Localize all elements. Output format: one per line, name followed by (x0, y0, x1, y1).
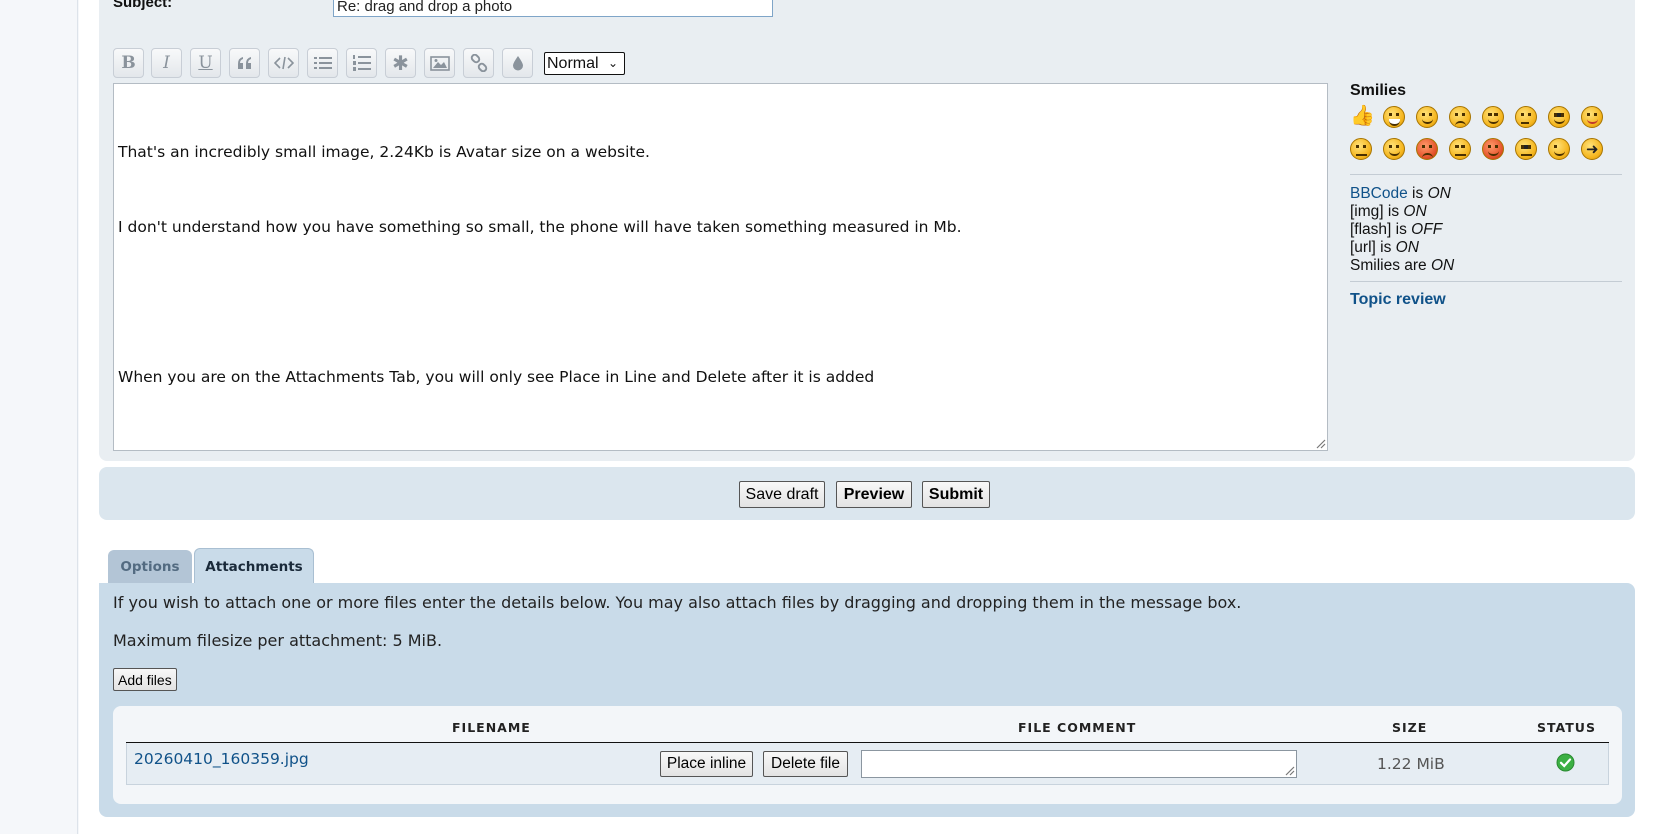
preview-button[interactable]: Preview (836, 481, 912, 508)
column-header-status: STATUS (1537, 720, 1596, 735)
font-size-select[interactable]: Normal ⌄ (544, 52, 625, 75)
rolling-eyes-smiley-icon[interactable] (1515, 138, 1537, 160)
italic-icon: I (163, 53, 170, 73)
laughing-smiley-icon[interactable] (1383, 106, 1405, 128)
razz-smiley-icon[interactable] (1581, 106, 1603, 128)
link-icon (470, 54, 487, 72)
editor-sidebar: Smilies 👍 ➜ BBCode is ON [img] is ON [fl… (1350, 82, 1622, 309)
wink-smiley-icon[interactable] (1548, 138, 1570, 160)
img-state: ON (1403, 203, 1427, 220)
success-check-icon (1556, 753, 1575, 772)
submit-button[interactable]: Submit (922, 481, 990, 508)
list-item-icon: ✱ (392, 51, 409, 75)
message-textarea[interactable]: That's an incredibly small image, 2.24Kb… (113, 83, 1328, 451)
img-label: [img] is (1350, 203, 1400, 220)
column-header-filename: FILENAME (452, 720, 531, 735)
underline-button[interactable]: U (190, 48, 221, 78)
message-line: When you are on the Attachments Tab, you… (118, 368, 875, 386)
arrow-smiley-icon[interactable]: ➜ (1581, 138, 1603, 160)
link-button[interactable] (463, 48, 494, 78)
resize-grip-icon[interactable] (1314, 437, 1326, 449)
subject-input[interactable]: Re: drag and drop a photo (333, 0, 773, 17)
image-icon (429, 55, 450, 71)
column-header-file-comment: FILE COMMENT (1018, 720, 1137, 735)
ordered-list-button[interactable] (346, 48, 377, 78)
img-status: [img] is ON (1350, 203, 1622, 221)
flash-status: [flash] is OFF (1350, 221, 1622, 239)
code-button[interactable] (268, 48, 299, 78)
ordered-list-icon (352, 55, 371, 71)
geek-smiley-icon[interactable] (1482, 106, 1504, 128)
bbcode-status-list: BBCode is ON [img] is ON [flash] is OFF … (1350, 175, 1622, 281)
smilies-label: Smilies are (1350, 257, 1427, 274)
twisted-evil-smiley-icon[interactable] (1482, 138, 1504, 160)
bbcode-is-label: is (1412, 185, 1424, 202)
evil-smiley-icon[interactable] (1416, 138, 1438, 160)
nerd-smiley-icon[interactable] (1449, 138, 1471, 160)
list-item-button[interactable]: ✱ (385, 48, 416, 78)
bold-icon: B (121, 53, 136, 73)
quote-button[interactable] (229, 48, 260, 78)
smilies-grid: 👍 ➜ (1350, 103, 1622, 174)
cool-smiley-icon[interactable] (1548, 106, 1570, 128)
subject-label: Subject: (113, 0, 173, 11)
chevron-down-icon: ⌄ (607, 56, 618, 70)
quote-icon (237, 57, 251, 69)
topic-review-link[interactable]: Topic review (1350, 282, 1622, 309)
attachment-size: 1.22 MiB (1377, 755, 1445, 773)
color-button[interactable] (502, 48, 533, 78)
bbcode-state: ON (1427, 185, 1451, 202)
smilies-status: Smilies are ON (1350, 257, 1622, 275)
url-state: ON (1395, 239, 1419, 256)
smile-smiley-icon[interactable] (1383, 138, 1405, 160)
tab-attachments[interactable]: Attachments (194, 548, 314, 584)
grinning-smiley-icon[interactable] (1416, 106, 1438, 128)
add-files-button[interactable]: Add files (113, 668, 177, 691)
mad-smiley-icon[interactable] (1350, 138, 1372, 160)
resize-grip-icon[interactable] (1283, 764, 1295, 776)
tab-options[interactable]: Options (108, 550, 192, 584)
place-inline-button[interactable]: Place inline (660, 751, 753, 777)
image-button[interactable] (424, 48, 455, 78)
max-filesize-note: Maximum filesize per attachment: 5 MiB. (113, 631, 443, 650)
italic-button[interactable]: I (151, 48, 182, 78)
bbcode-status: BBCode is ON (1350, 185, 1622, 203)
underline-icon: U (198, 53, 213, 73)
column-header-size: SIZE (1392, 720, 1428, 735)
confused-smiley-icon[interactable] (1515, 106, 1537, 128)
flash-state: OFF (1411, 221, 1443, 238)
list-icon (313, 57, 332, 69)
url-label: [url] is (1350, 239, 1392, 256)
delete-file-button[interactable]: Delete file (763, 751, 848, 777)
bold-button[interactable]: B (113, 48, 144, 78)
smilies-state: ON (1430, 257, 1455, 274)
left-gutter (0, 0, 78, 834)
color-icon (512, 56, 523, 71)
thumbs-up-smiley-icon[interactable]: 👍 (1350, 103, 1375, 128)
bbcode-link[interactable]: BBCode (1350, 185, 1408, 202)
font-size-value: Normal (547, 55, 599, 72)
list-button[interactable] (307, 48, 338, 78)
message-line: I don't understand how you have somethin… (118, 218, 962, 236)
attachments-intro: If you wish to attach one or more files … (113, 593, 1242, 612)
message-line: That's an incredibly small image, 2.24Kb… (118, 143, 650, 161)
attachment-filename-link[interactable]: 20260410_160359.jpg (134, 750, 309, 768)
sad-smiley-icon[interactable] (1449, 106, 1471, 128)
code-icon (273, 56, 294, 70)
save-draft-button[interactable]: Save draft (739, 481, 825, 508)
file-comment-input[interactable] (861, 750, 1297, 778)
url-status: [url] is ON (1350, 239, 1622, 257)
message-line (118, 290, 1323, 315)
flash-label: [flash] is (1350, 221, 1407, 238)
smilies-title: Smilies (1350, 82, 1407, 99)
